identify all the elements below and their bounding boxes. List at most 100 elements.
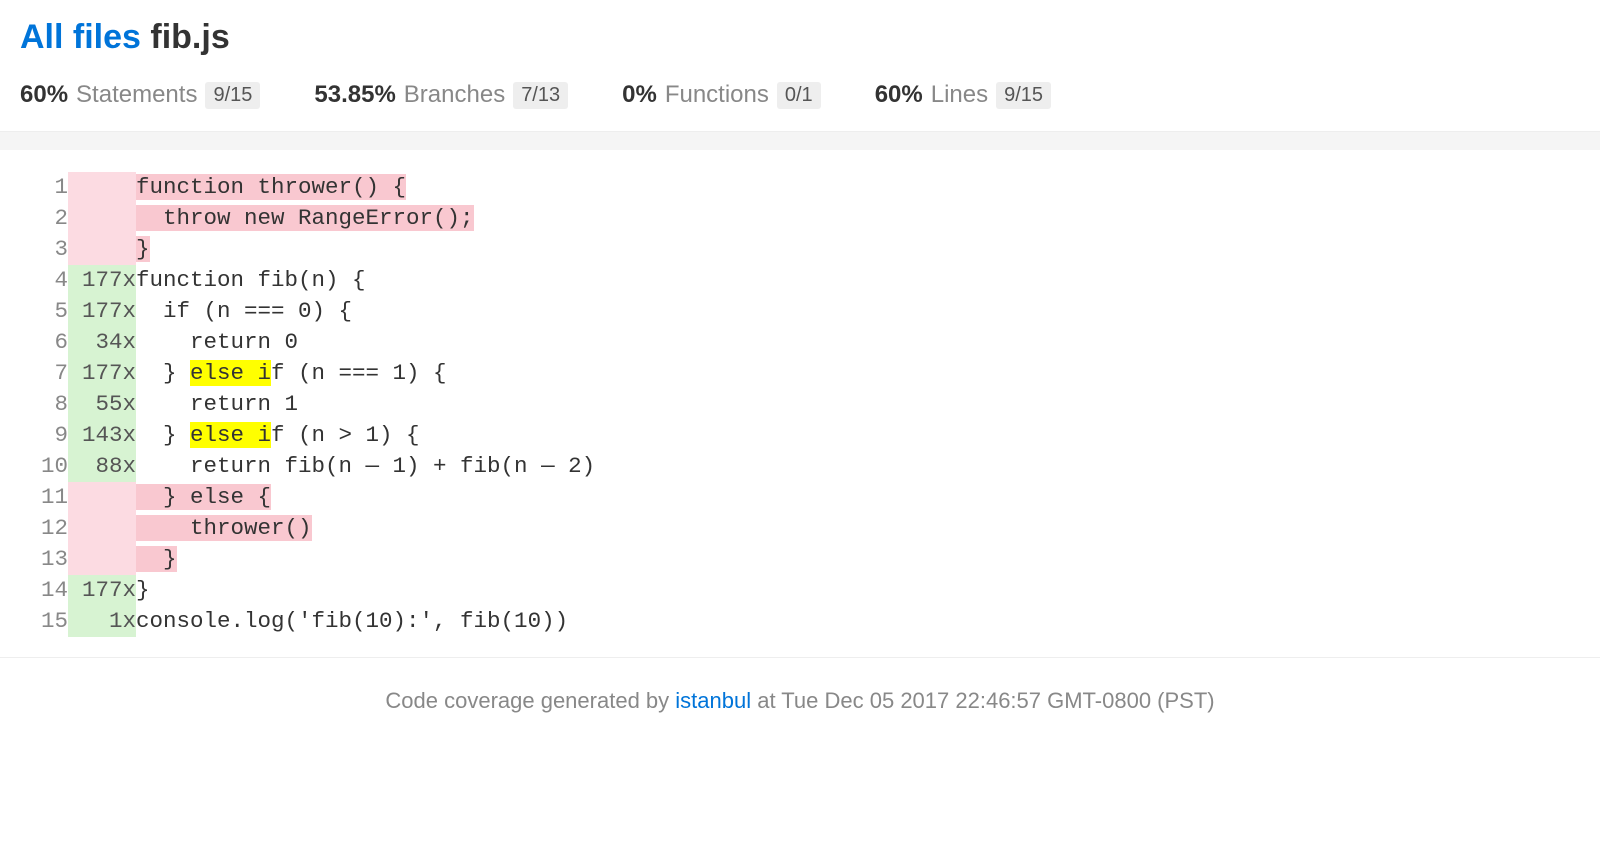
line-hits: 177x: [68, 575, 136, 606]
line-number: 14: [20, 575, 68, 606]
line-hits: 1x: [68, 606, 136, 637]
code-text: return 0: [136, 329, 298, 355]
line-source: } else if (n === 1) {: [136, 358, 595, 389]
line-source: return 1: [136, 389, 595, 420]
source-line: 14177x}: [20, 575, 595, 606]
line-source: thrower(): [136, 513, 595, 544]
line-hits: [68, 234, 136, 265]
highlight-yellow: else i: [190, 422, 271, 448]
line-source: }: [136, 544, 595, 575]
highlight-pink: thrower(): [136, 515, 312, 541]
line-source: console.log('fib(10):', fib(10)): [136, 606, 595, 637]
coverage-summary-row: 60% Statements 9/15 53.85% Branches 7/13…: [20, 81, 1580, 109]
line-source: return 0: [136, 327, 595, 358]
footer-prefix: Code coverage generated by: [385, 688, 675, 713]
highlight-pink: } else {: [136, 484, 271, 510]
line-source: throw new RangeError();: [136, 203, 595, 234]
source-line: 5177x if (n === 0) {: [20, 296, 595, 327]
line-hits: [68, 544, 136, 575]
line-hits: 55x: [68, 389, 136, 420]
line-number: 11: [20, 482, 68, 513]
source-line: 4177xfunction fib(n) {: [20, 265, 595, 296]
metric-functions: 0% Functions 0/1: [622, 81, 821, 109]
code-text: function fib(n) {: [136, 267, 366, 293]
code-text: if (n === 0) {: [136, 298, 352, 324]
breadcrumb-file: fib.js: [150, 18, 229, 56]
breadcrumb: All files fib.js: [20, 18, 1580, 57]
metric-fraction: 9/15: [996, 82, 1051, 109]
line-hits: 88x: [68, 451, 136, 482]
footer-at: at: [751, 688, 781, 713]
highlight-pink: throw new RangeError();: [136, 205, 474, 231]
code-text: console.log('fib(10):', fib(10)): [136, 608, 568, 634]
metric-pct: 0%: [622, 81, 657, 109]
line-hits: 177x: [68, 358, 136, 389]
breadcrumb-root-link[interactable]: All files: [20, 18, 141, 56]
metric-lines: 60% Lines 9/15: [875, 81, 1051, 109]
metric-pct: 60%: [875, 81, 923, 109]
line-number: 15: [20, 606, 68, 637]
source-line: 634x return 0: [20, 327, 595, 358]
line-source: }: [136, 575, 595, 606]
footer: Code coverage generated by istanbul at T…: [0, 657, 1600, 738]
code-text: return fib(n — 1) + fib(n — 2): [136, 453, 595, 479]
line-hits: [68, 482, 136, 513]
line-number: 5: [20, 296, 68, 327]
line-number: 2: [20, 203, 68, 234]
code-text: }: [136, 422, 190, 448]
source-table: 1function thrower() {2 throw new RangeEr…: [20, 172, 595, 637]
line-hits: 177x: [68, 265, 136, 296]
line-hits: [68, 513, 136, 544]
footer-tool-link[interactable]: istanbul: [675, 688, 751, 713]
source-line: 855x return 1: [20, 389, 595, 420]
source-line: 13 }: [20, 544, 595, 575]
metric-pct: 60%: [20, 81, 68, 109]
metric-fraction: 7/13: [513, 82, 568, 109]
metric-statements: 60% Statements 9/15: [20, 81, 260, 109]
metric-pct: 53.85%: [314, 81, 395, 109]
highlight-yellow: else i: [190, 360, 271, 386]
line-source: return fib(n — 1) + fib(n — 2): [136, 451, 595, 482]
source-line: 151xconsole.log('fib(10):', fib(10)): [20, 606, 595, 637]
highlight-pink: }: [136, 236, 150, 262]
line-source: }: [136, 234, 595, 265]
line-source: if (n === 0) {: [136, 296, 595, 327]
source-line: 9143x } else if (n > 1) {: [20, 420, 595, 451]
line-number: 7: [20, 358, 68, 389]
source-line: 12 thrower(): [20, 513, 595, 544]
line-hits: 143x: [68, 420, 136, 451]
code-text: f (n === 1) {: [271, 360, 447, 386]
metric-label: Functions: [665, 81, 769, 109]
source-line: 11 } else {: [20, 482, 595, 513]
source-panel: 1function thrower() {2 throw new RangeEr…: [0, 150, 1600, 657]
line-hits: 177x: [68, 296, 136, 327]
line-source: } else {: [136, 482, 595, 513]
metric-branches: 53.85% Branches 7/13: [314, 81, 568, 109]
line-number: 4: [20, 265, 68, 296]
code-text: return 1: [136, 391, 298, 417]
section-divider: [0, 131, 1600, 150]
line-hits: [68, 172, 136, 203]
line-source: } else if (n > 1) {: [136, 420, 595, 451]
metric-label: Statements: [76, 81, 197, 109]
code-text: f (n > 1) {: [271, 422, 420, 448]
line-number: 10: [20, 451, 68, 482]
line-number: 6: [20, 327, 68, 358]
metric-label: Branches: [404, 81, 505, 109]
line-source: function thrower() {: [136, 172, 595, 203]
code-text: }: [136, 577, 150, 603]
source-line: 1088x return fib(n — 1) + fib(n — 2): [20, 451, 595, 482]
highlight-pink: function thrower() {: [136, 174, 406, 200]
line-source: function fib(n) {: [136, 265, 595, 296]
line-number: 12: [20, 513, 68, 544]
line-number: 9: [20, 420, 68, 451]
line-number: 8: [20, 389, 68, 420]
line-hits: 34x: [68, 327, 136, 358]
line-hits: [68, 203, 136, 234]
highlight-pink: }: [136, 546, 177, 572]
source-line: 7177x } else if (n === 1) {: [20, 358, 595, 389]
line-number: 3: [20, 234, 68, 265]
source-line: 1function thrower() {: [20, 172, 595, 203]
source-line: 2 throw new RangeError();: [20, 203, 595, 234]
metric-fraction: 0/1: [777, 82, 821, 109]
